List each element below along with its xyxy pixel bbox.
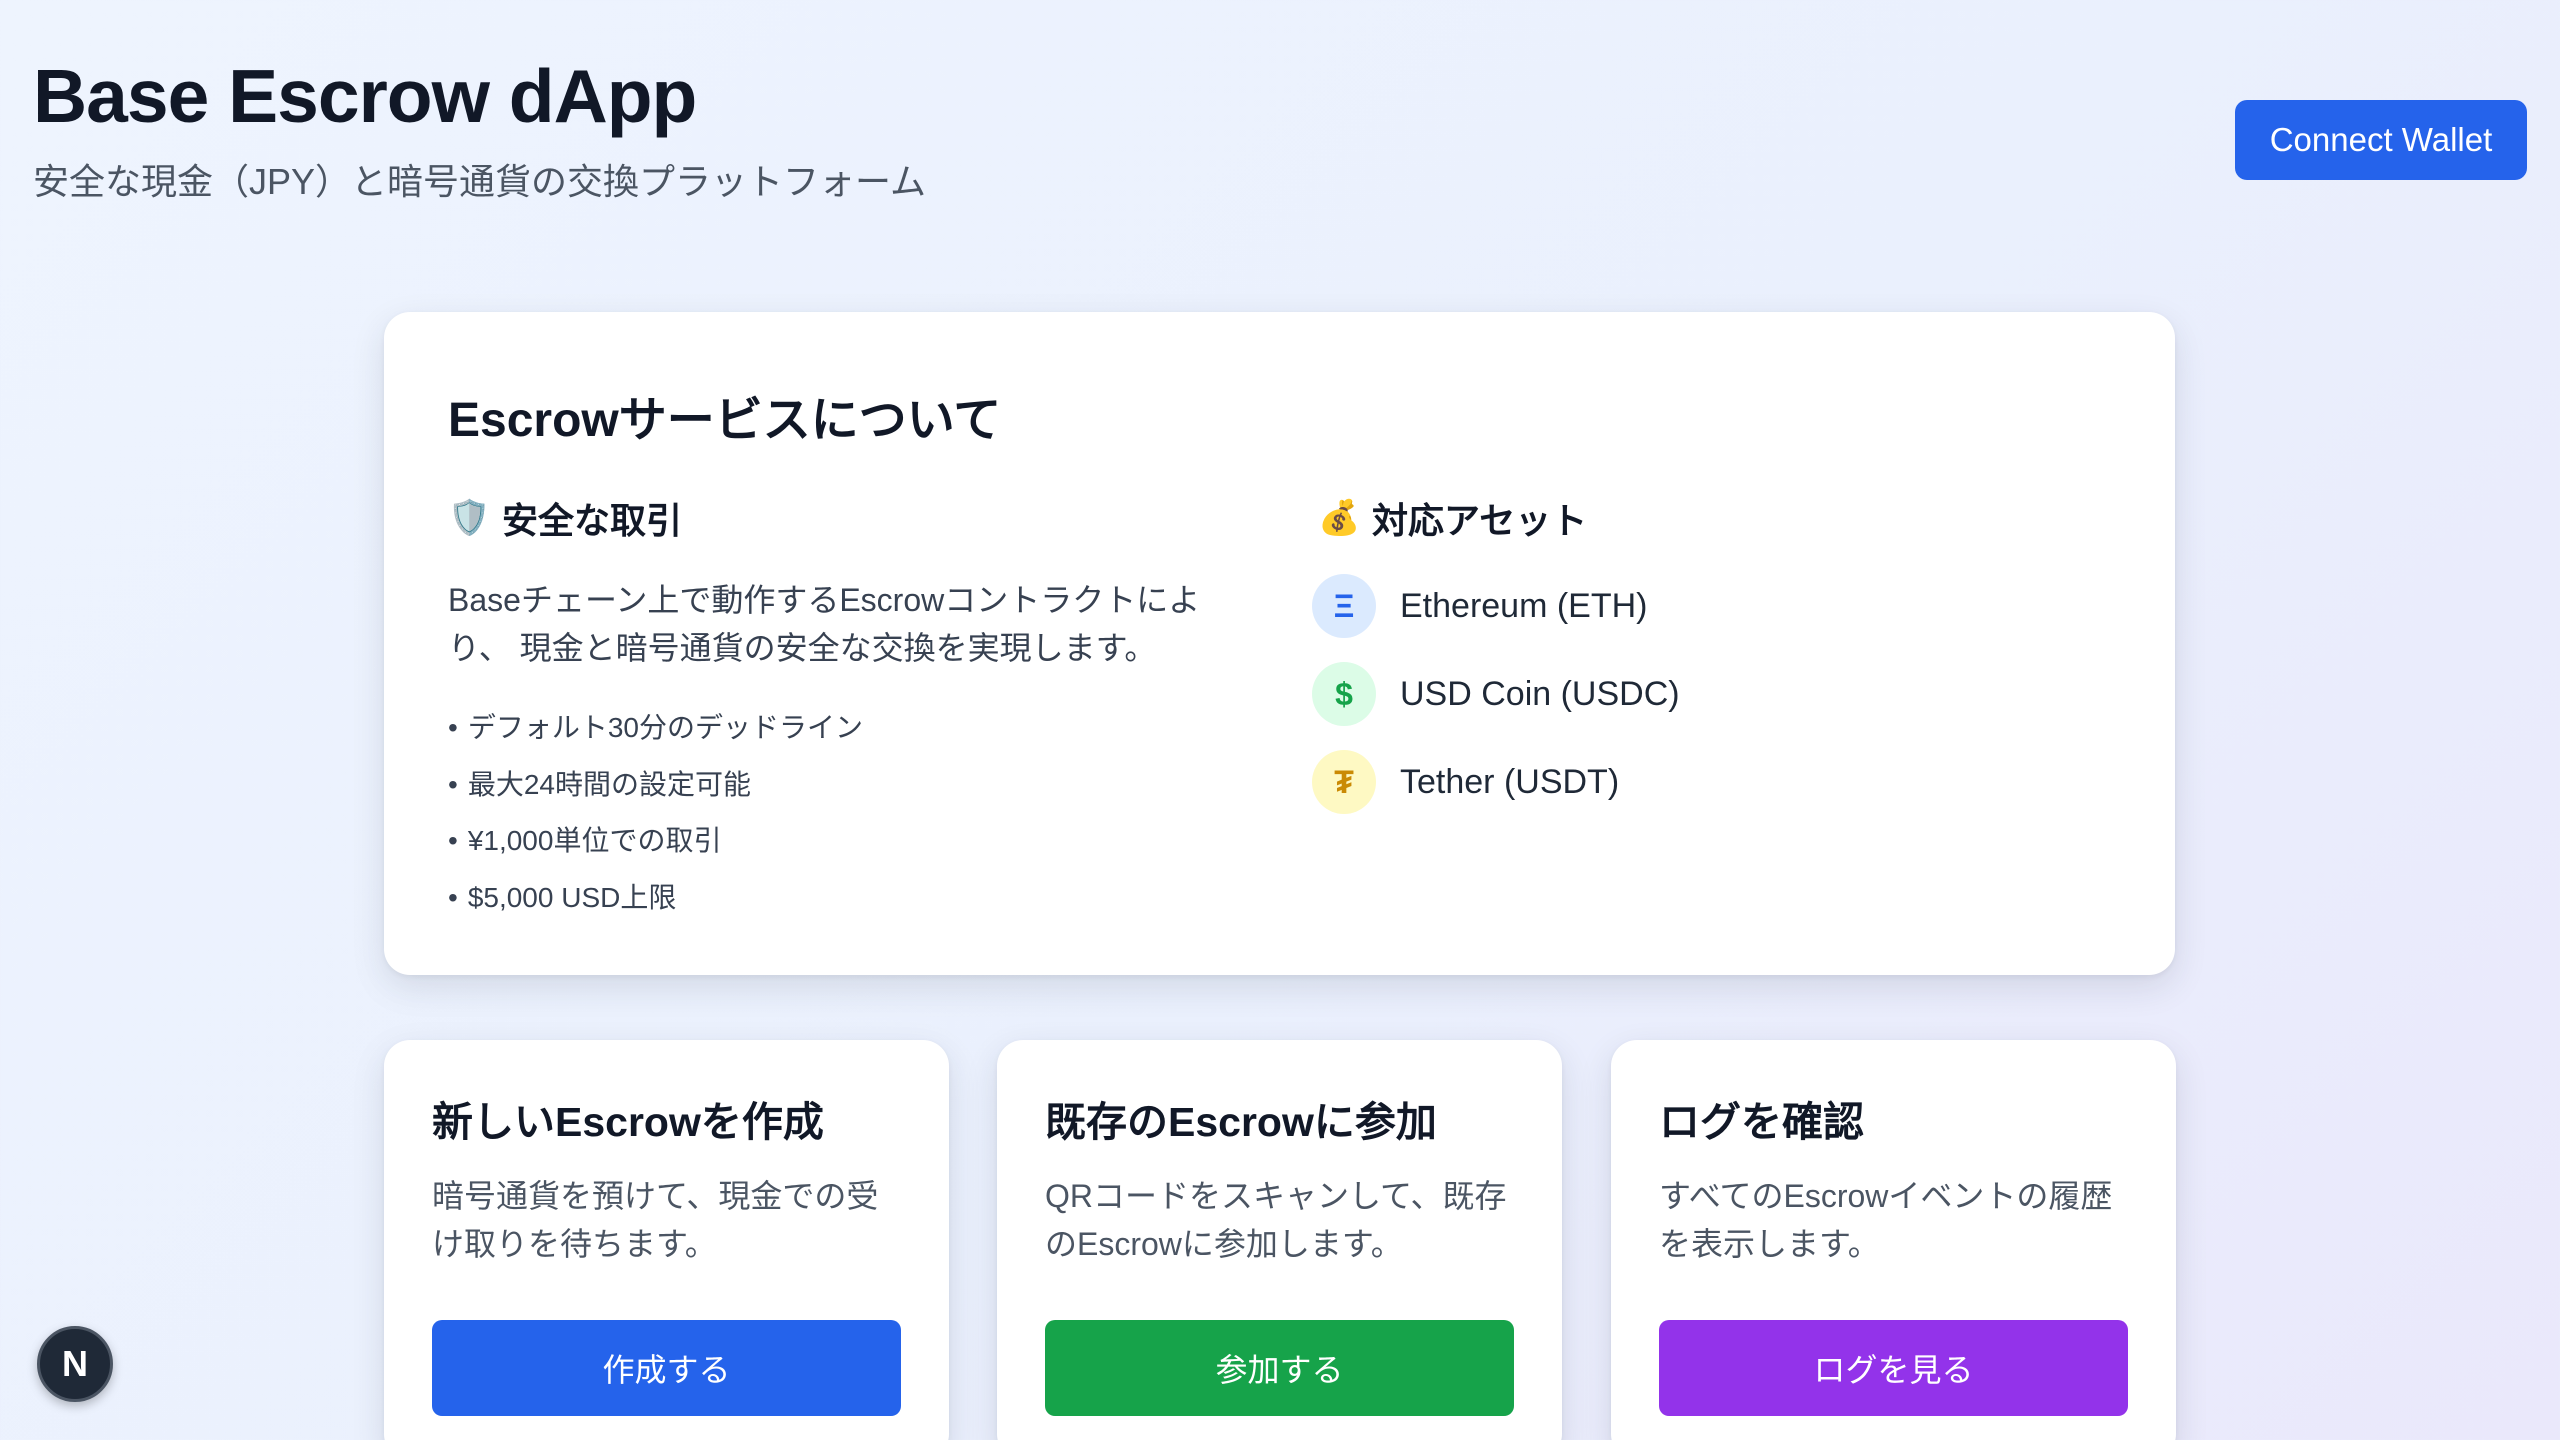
about-card: Escrowサービスについて 🛡️ 安全な取引 Baseチェーン上で動作するEs… — [384, 312, 2175, 975]
feature-list: デフォルト30分のデッドライン 最大24時間の設定可能 ¥1,000単位での取引… — [448, 700, 863, 926]
about-title: Escrowサービスについて — [448, 394, 1002, 447]
create-escrow-description: 暗号通貨を預けて、現金での受け取りを待ちます。 — [432, 1178, 879, 1262]
join-escrow-description: QRコードをスキャンして、既存のEscrowに参加します。 — [1045, 1178, 1507, 1262]
asset-list: Ξ Ethereum (ETH) $ USD Coin (USDC) ₮ Tet… — [1312, 574, 1680, 838]
supported-assets-heading: 💰 対応アセット — [1318, 492, 1587, 544]
create-escrow-card: 新しいEscrowを作成 暗号通貨を預けて、現金での受け取りを待ちます。 作成す… — [384, 1040, 949, 1440]
feature-item: $5,000 USD上限 — [448, 870, 863, 927]
join-escrow-title: 既存のEscrowに参加 — [1045, 1099, 1437, 1145]
safe-trading-heading: 🛡️ 安全な取引 — [448, 492, 682, 544]
safe-trading-description: Baseチェーン上で動作するEscrowコントラクトにより、 現金と暗号通貨の安… — [448, 582, 1201, 666]
asset-item-usdc: $ USD Coin (USDC) — [1312, 662, 1680, 726]
join-escrow-button[interactable]: 参加する — [1045, 1320, 1514, 1416]
asset-item-eth: Ξ Ethereum (ETH) — [1312, 574, 1680, 638]
page-title: Base Escrow dApp — [33, 54, 697, 138]
view-logs-button[interactable]: ログを見る — [1659, 1320, 2128, 1416]
money-bag-icon: 💰 — [1318, 499, 1361, 537]
nextjs-icon[interactable]: N — [37, 1326, 113, 1402]
asset-label: Ethereum (ETH) — [1400, 586, 1648, 625]
asset-item-usdt: ₮ Tether (USDT) — [1312, 750, 1680, 814]
dollar-icon: $ — [1312, 662, 1376, 726]
view-logs-title: ログを確認 — [1659, 1099, 1864, 1145]
join-escrow-card: 既存のEscrowに参加 QRコードをスキャンして、既存のEscrowに参加しま… — [997, 1040, 1562, 1440]
view-logs-card: ログを確認 すべてのEscrowイベントの履歴を表示します。 ログを見る — [1611, 1040, 2176, 1440]
ethereum-icon: Ξ — [1312, 574, 1376, 638]
shield-icon: 🛡️ — [448, 499, 491, 537]
asset-label: USD Coin (USDC) — [1400, 674, 1680, 713]
create-escrow-button[interactable]: 作成する — [432, 1320, 901, 1416]
supported-assets-heading-label: 対応アセット — [1372, 500, 1588, 541]
create-escrow-title: 新しいEscrowを作成 — [432, 1099, 824, 1145]
page-subtitle: 安全な現金（JPY）と暗号通貨の交換プラットフォーム — [33, 161, 926, 202]
tether-icon: ₮ — [1312, 750, 1376, 814]
asset-label: Tether (USDT) — [1400, 762, 1620, 801]
feature-item: 最大24時間の設定可能 — [448, 757, 863, 814]
view-logs-description: すべてのEscrowイベントの履歴を表示します。 — [1659, 1178, 2113, 1262]
feature-item: ¥1,000単位での取引 — [448, 813, 863, 870]
connect-wallet-button[interactable]: Connect Wallet — [2235, 100, 2527, 180]
feature-item: デフォルト30分のデッドライン — [448, 700, 863, 757]
safe-trading-heading-label: 安全な取引 — [502, 500, 683, 541]
